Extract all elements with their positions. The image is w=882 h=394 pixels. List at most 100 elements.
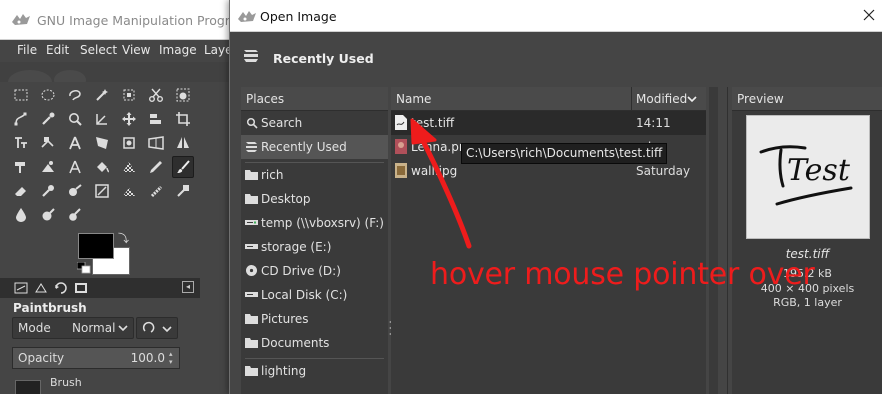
dock-menu-icon[interactable]: ◂	[182, 281, 194, 293]
file-row-test-tiff[interactable]: test.tiff 14:11	[391, 111, 706, 135]
warp-transform-tool-icon[interactable]	[91, 132, 113, 154]
mode-dropdown[interactable]: Mode Normal	[12, 317, 134, 339]
preview-thumbnail-text: Test	[787, 153, 851, 188]
brush-selector[interactable]: Brush	[12, 374, 180, 394]
undo-history-tab-icon[interactable]	[52, 280, 70, 296]
fuzzy-select-tool-icon[interactable]	[91, 84, 113, 106]
column-divider[interactable]	[631, 87, 632, 111]
place-local-disk[interactable]: Local Disk (C:)	[241, 283, 388, 307]
zoom-tool-icon[interactable]	[64, 108, 86, 130]
reset-colors-icon[interactable]	[77, 262, 91, 274]
menu-image[interactable]: Image	[159, 43, 197, 57]
file-name: test.tiff	[411, 116, 455, 130]
place-label: storage (E:)	[261, 240, 332, 254]
sort-descending-icon[interactable]	[687, 94, 697, 104]
eraser-tool-icon[interactable]	[10, 180, 32, 202]
images-tab-icon[interactable]	[72, 280, 90, 296]
pencil-tool-icon[interactable]	[145, 156, 167, 178]
drop-tool-icon[interactable]	[10, 204, 32, 226]
dodge-burn-tool-icon[interactable]	[172, 180, 194, 202]
swap-colors-icon[interactable]: ⤵	[118, 230, 129, 246]
flip-tool-icon[interactable]	[172, 132, 194, 154]
place-label: lighting	[261, 364, 307, 378]
foreground-select-tool-icon[interactable]	[172, 84, 194, 106]
scissors-select-tool-icon[interactable]	[145, 84, 167, 106]
bucket-fill-tool-icon[interactable]	[91, 156, 113, 178]
annotation-text: hover mouse pointer over	[430, 257, 815, 292]
dialog-titlebar[interactable]: Open Image	[230, 0, 882, 32]
crop-tool-icon[interactable]	[172, 108, 194, 130]
align-tool-icon[interactable]	[145, 108, 167, 130]
select-by-color-tool-icon[interactable]	[118, 84, 140, 106]
mypaint-brush-tool-icon[interactable]	[91, 180, 113, 202]
gimp-window-title: GNU Image Manipulation Program	[37, 13, 250, 28]
rotate-tool-icon[interactable]	[37, 132, 59, 154]
column-header-modified[interactable]: Modified	[636, 92, 687, 106]
airbrush-tool-icon[interactable]	[37, 180, 59, 202]
place-label: Recently Used	[261, 140, 347, 154]
tool-options-tab-icon[interactable]	[12, 280, 30, 296]
color-picker-tool-icon[interactable]	[37, 108, 59, 130]
place-lighting[interactable]: lighting	[241, 359, 388, 383]
chevron-down-icon	[118, 325, 128, 332]
place-pictures[interactable]: Pictures	[241, 307, 388, 331]
preview-color-mode: RGB, 1 layer	[773, 296, 842, 309]
folder-icon	[245, 192, 258, 205]
opacity-spinner-icon[interactable]: ▴ ▾	[169, 350, 177, 366]
rect-select-tool-icon[interactable]	[10, 84, 32, 106]
place-desktop[interactable]: Desktop	[241, 187, 388, 211]
move-tool-icon[interactable]	[118, 108, 140, 130]
cage-transform-tool-icon[interactable]	[118, 132, 140, 154]
place-recently-used[interactable]: Recently Used	[241, 135, 388, 159]
dock-tab-bar: ◂	[0, 278, 200, 298]
close-icon[interactable]	[862, 8, 876, 22]
paths-tool-icon[interactable]	[10, 108, 32, 130]
preview-header: Preview	[732, 87, 882, 111]
text-tool-icon[interactable]	[64, 132, 86, 154]
gimp-titlebar[interactable]: GNU Image Manipulation Program	[0, 0, 250, 40]
menu-view[interactable]: View	[122, 43, 150, 57]
place-storage[interactable]: storage (E:)	[241, 235, 388, 259]
column-header-name[interactable]: Name	[396, 92, 431, 106]
measure-tool-icon[interactable]	[91, 108, 113, 130]
perspective-tool-icon[interactable]	[145, 132, 167, 154]
opacity-label: Opacity	[18, 351, 65, 365]
ink-tool-icon[interactable]	[64, 180, 86, 202]
places-header: Places	[241, 87, 388, 111]
dodge-tool-icon[interactable]	[64, 204, 86, 226]
menu-file[interactable]: File	[17, 43, 37, 57]
place-rich[interactable]: rich	[241, 163, 388, 187]
place-label: temp (\\vboxsrv) (F:)	[261, 216, 384, 230]
device-status-tab-icon[interactable]	[32, 280, 50, 296]
unified-transform-tool-icon[interactable]	[10, 132, 32, 154]
place-temp-network[interactable]: temp (\\vboxsrv) (F:)	[241, 211, 388, 235]
location-label[interactable]: Recently Used	[273, 51, 374, 66]
foreground-color-swatch[interactable]	[78, 233, 114, 259]
blur-sharpen-tool-icon[interactable]	[145, 180, 167, 202]
menu-edit[interactable]: Edit	[46, 43, 69, 57]
folder-icon	[245, 168, 258, 181]
folder-icon	[245, 336, 258, 349]
image-file-icon	[395, 163, 407, 178]
brush-thumbnail[interactable]	[15, 380, 41, 394]
menu-select[interactable]: Select	[80, 43, 117, 57]
clone-tool-icon[interactable]	[37, 156, 59, 178]
place-label: Local Disk (C:)	[261, 288, 348, 302]
perspective-clone-tool-icon[interactable]	[64, 156, 86, 178]
paintbrush-tool-icon[interactable]	[172, 156, 194, 178]
smudge-tool-icon[interactable]	[118, 180, 140, 202]
mode-switch-button[interactable]	[136, 317, 178, 339]
file-list-scrollbar[interactable]	[709, 87, 718, 394]
place-cd-drive[interactable]: CD Drive (D:)	[241, 259, 388, 283]
heal-tool-icon[interactable]	[10, 156, 32, 178]
opacity-slider[interactable]: Opacity 100.0 ▴ ▾	[12, 347, 180, 369]
free-select-tool-icon[interactable]	[64, 84, 86, 106]
gradient-tool-icon[interactable]	[118, 156, 140, 178]
place-documents[interactable]: Documents	[241, 331, 388, 355]
smudge-finger-tool-icon[interactable]	[37, 204, 59, 226]
preview-thumbnail[interactable]: Test	[746, 115, 870, 239]
place-search[interactable]: Search	[241, 111, 388, 135]
ellipse-select-tool-icon[interactable]	[37, 84, 59, 106]
file-modified: 14:11	[636, 116, 671, 130]
preview-image: Test	[747, 116, 869, 238]
